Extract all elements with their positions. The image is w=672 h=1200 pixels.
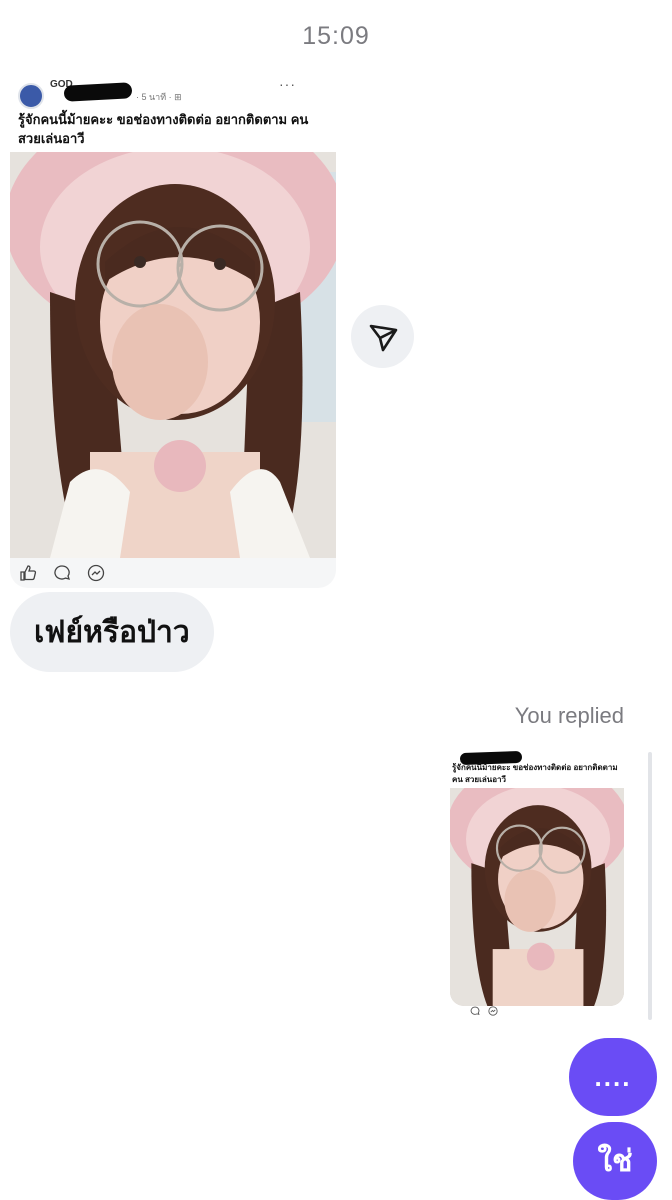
thumbs-up-icon[interactable] <box>18 563 38 583</box>
comment-icon <box>470 1006 480 1015</box>
messenger-icon <box>488 1006 498 1016</box>
post-photo[interactable] <box>10 152 336 558</box>
outgoing-message-bubble[interactable]: ใช่ <box>573 1122 657 1200</box>
post-header: GOD · 5 นาที · ⊞ ··· รู้จักคนนี้ม้ายคะะ … <box>10 76 336 152</box>
outgoing-message-bubble[interactable]: .... <box>569 1038 657 1116</box>
more-options-icon: ··· <box>279 76 296 92</box>
share-button[interactable] <box>351 305 414 368</box>
post-actions <box>10 558 336 588</box>
post-time-meta: · 5 นาที · ⊞ <box>136 92 182 102</box>
quote-photo <box>450 788 624 1006</box>
you-replied-label: You replied <box>514 703 624 728</box>
reply-quote-card[interactable]: รู้จักคนนี้ม้ายคะะ ขอช่องทางติดต่อ อยากต… <box>448 748 626 1020</box>
message-timestamp: 15:09 <box>302 22 370 50</box>
post-photo-illustration <box>10 152 336 558</box>
messenger-icon[interactable] <box>86 563 106 583</box>
redaction-mark <box>63 82 133 102</box>
quote-photo-illustration <box>450 788 624 1006</box>
share-icon <box>369 324 397 351</box>
incoming-message-bubble[interactable]: เฟย์หรือป่าว <box>10 592 214 672</box>
quote-header: รู้จักคนนี้ม้ายคะะ ขอช่องทางติดต่อ อยากต… <box>448 748 626 788</box>
quote-text: รู้จักคนนี้ม้ายคะะ ขอช่องทางติดต่อ อยากต… <box>452 763 618 784</box>
shared-post-card[interactable]: GOD · 5 นาที · ⊞ ··· รู้จักคนนี้ม้ายคะะ … <box>10 76 336 588</box>
avatar <box>18 83 44 109</box>
reply-quote-bar <box>648 752 652 1020</box>
post-text: รู้จักคนนี้ม้ายคะะ ขอช่องทางติดต่อ อยากต… <box>18 112 309 146</box>
quote-actions <box>470 1006 498 1016</box>
comment-icon[interactable] <box>52 563 72 583</box>
